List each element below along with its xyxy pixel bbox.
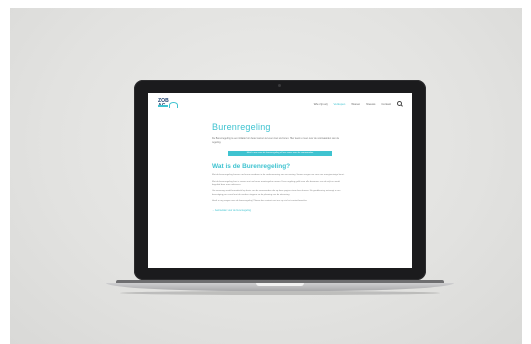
opening-notch — [256, 283, 304, 286]
site-header: ZOB AG Wie zijn wij Verkopen Wonen Nieuw… — [148, 93, 412, 115]
base-shadow — [120, 291, 440, 295]
section-title: Wat is de Burenregeling? — [212, 163, 291, 171]
logo-bar — [158, 105, 168, 107]
main-navigation: Wie zijn wij Verkopen Wonen Nieuws Conta… — [314, 101, 402, 106]
paragraph-2: Met de burenregeling kunt u samen met uw… — [212, 180, 340, 186]
nav-item-contact[interactable]: Contact — [381, 102, 391, 106]
paragraph-1: Met de burenregeling kunnen uw buren mee… — [212, 174, 345, 177]
nav-item-verkopen[interactable]: Verkopen — [334, 102, 346, 106]
camera — [278, 84, 281, 87]
signup-link[interactable]: → Aanmelden voor de burenregeling — [212, 209, 348, 213]
nav-item-wie-zijn-wij[interactable]: Wie zijn wij — [314, 102, 328, 106]
product-photo: ZOB AG Wie zijn wij Verkopen Wonen Nieuw… — [10, 8, 522, 344]
intro-text: De Burenregeling is een initiatief om be… — [212, 137, 340, 144]
logo-wave-icon — [169, 102, 178, 108]
laptop-base — [106, 280, 454, 295]
site-logo[interactable]: ZOB AG — [158, 99, 178, 109]
paragraph-4: Heeft u nog vragen over de burenregeling… — [212, 200, 308, 203]
nav-item-nieuws[interactable]: Nieuws — [366, 102, 375, 106]
main-content: Burenregeling De Burenregeling is een in… — [212, 122, 348, 213]
page-title: Burenregeling — [212, 122, 271, 132]
laptop-lid: ZOB AG Wie zijn wij Verkopen Wonen Nieuw… — [134, 80, 426, 280]
cta-button[interactable]: Meld u aan voor de burenregeling of lees… — [228, 151, 332, 157]
laptop-screen: ZOB AG Wie zijn wij Verkopen Wonen Nieuw… — [148, 93, 412, 268]
paragraph-3: Uw aanvraag wordt beoordeeld op basis va… — [212, 190, 341, 196]
search-icon[interactable] — [397, 101, 402, 106]
nav-item-wonen[interactable]: Wonen — [351, 102, 360, 106]
